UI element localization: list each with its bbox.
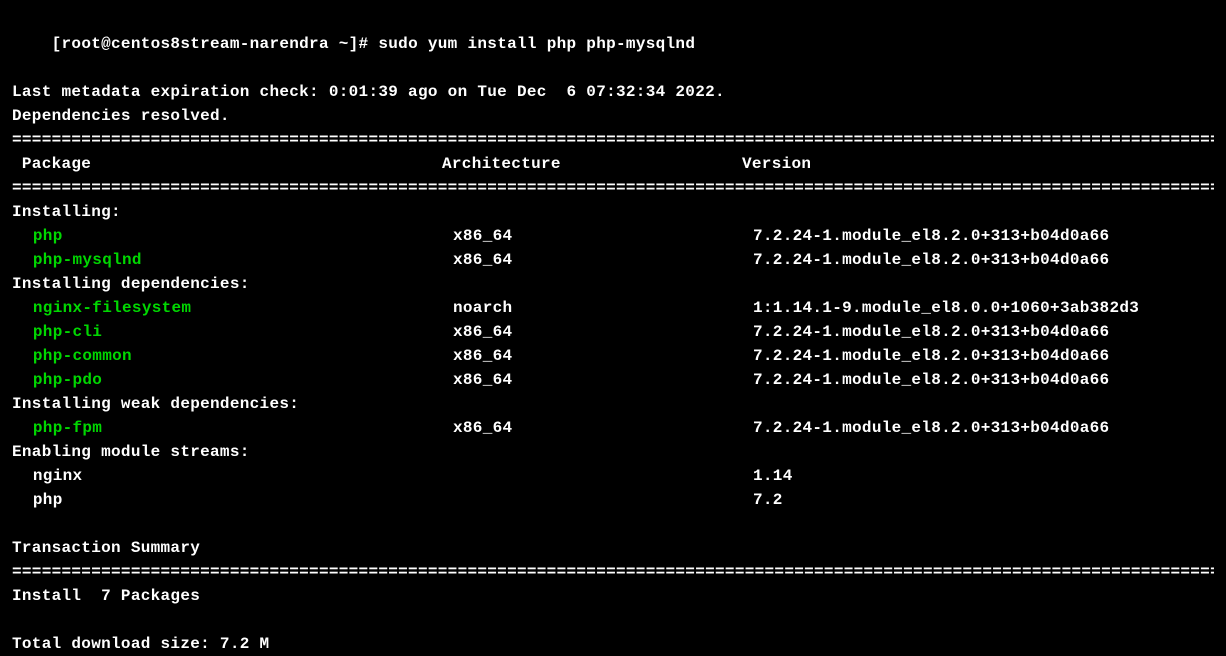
blank-line — [12, 608, 1214, 632]
stream-version: 1.14 — [753, 464, 1214, 488]
package-version: 7.2.24-1.module_el8.2.0+313+b04d0a66 — [753, 248, 1214, 272]
divider-top: ========================================… — [12, 128, 1214, 152]
package-arch: x86_64 — [453, 416, 753, 440]
package-row: php-common x86_64 7.2.24-1.module_el8.2.… — [12, 344, 1214, 368]
package-arch: x86_64 — [453, 224, 753, 248]
package-name: php-fpm — [23, 416, 453, 440]
package-row: php-pdo x86_64 7.2.24-1.module_el8.2.0+3… — [12, 368, 1214, 392]
transaction-summary-label: Transaction Summary — [12, 536, 1214, 560]
divider-summary: ========================================… — [12, 560, 1214, 584]
shell-prompt: [root@centos8stream-narendra ~]# — [52, 35, 379, 53]
stream-version: 7.2 — [753, 488, 1214, 512]
metadata-line: Last metadata expiration check: 0:01:39 … — [12, 80, 1214, 104]
package-version: 7.2.24-1.module_el8.2.0+313+b04d0a66 — [753, 416, 1214, 440]
package-version: 7.2.24-1.module_el8.2.0+313+b04d0a66 — [753, 320, 1214, 344]
section-installing-weak: Installing weak dependencies: — [12, 392, 1214, 416]
package-row: php-fpm x86_64 7.2.24-1.module_el8.2.0+3… — [12, 416, 1214, 440]
package-arch: x86_64 — [453, 368, 753, 392]
package-name: nginx-filesystem — [23, 296, 453, 320]
package-arch: x86_64 — [453, 320, 753, 344]
section-installing: Installing: — [12, 200, 1214, 224]
terminal-output: [root@centos8stream-narendra ~]# sudo yu… — [12, 8, 1214, 656]
package-version: 7.2.24-1.module_el8.2.0+313+b04d0a66 — [753, 368, 1214, 392]
prompt-line: [root@centos8stream-narendra ~]# sudo yu… — [12, 8, 1214, 80]
package-name: php-common — [23, 344, 453, 368]
package-name: php-mysqlnd — [23, 248, 453, 272]
package-row: php-mysqlnd x86_64 7.2.24-1.module_el8.2… — [12, 248, 1214, 272]
package-arch: x86_64 — [453, 344, 753, 368]
divider-header: ========================================… — [12, 176, 1214, 200]
table-header: Package Architecture Version — [12, 152, 1214, 176]
stream-row: php 7.2 — [12, 488, 1214, 512]
package-name: php — [23, 224, 453, 248]
header-arch: Architecture — [442, 152, 742, 176]
package-row: nginx-filesystem noarch 1:1.14.1-9.modul… — [12, 296, 1214, 320]
stream-arch-blank — [453, 464, 753, 488]
package-name: php-cli — [23, 320, 453, 344]
install-count: Install 7 Packages — [12, 584, 1214, 608]
section-installing-deps: Installing dependencies: — [12, 272, 1214, 296]
package-version: 1:1.14.1-9.module_el8.0.0+1060+3ab382d3 — [753, 296, 1214, 320]
stream-name: nginx — [23, 464, 453, 488]
header-version: Version — [742, 152, 1214, 176]
header-package: Package — [12, 152, 442, 176]
package-version: 7.2.24-1.module_el8.2.0+313+b04d0a66 — [753, 344, 1214, 368]
deps-resolved-line: Dependencies resolved. — [12, 104, 1214, 128]
package-row: php x86_64 7.2.24-1.module_el8.2.0+313+b… — [12, 224, 1214, 248]
command-text: sudo yum install php php-mysqlnd — [378, 35, 695, 53]
package-row: php-cli x86_64 7.2.24-1.module_el8.2.0+3… — [12, 320, 1214, 344]
total-download-size: Total download size: 7.2 M — [12, 632, 1214, 656]
package-arch: x86_64 — [453, 248, 753, 272]
package-name: php-pdo — [23, 368, 453, 392]
stream-row: nginx 1.14 — [12, 464, 1214, 488]
stream-arch-blank — [453, 488, 753, 512]
section-enabling-streams: Enabling module streams: — [12, 440, 1214, 464]
stream-name: php — [23, 488, 453, 512]
package-version: 7.2.24-1.module_el8.2.0+313+b04d0a66 — [753, 224, 1214, 248]
package-arch: noarch — [453, 296, 753, 320]
blank-line — [12, 512, 1214, 536]
